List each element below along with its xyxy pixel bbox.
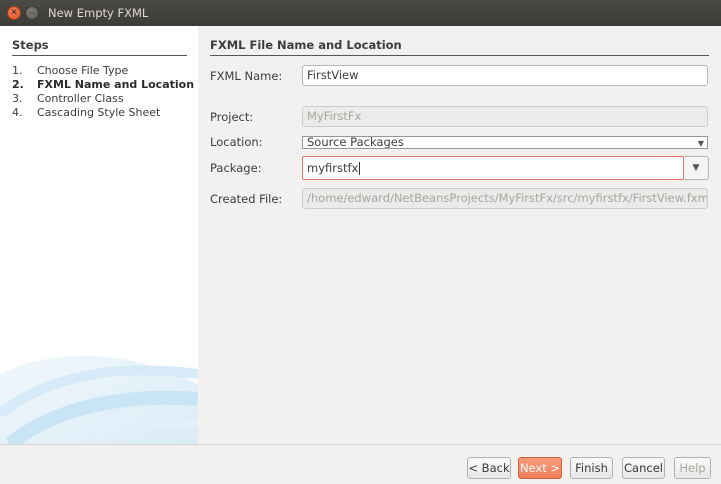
text-cursor [359, 162, 361, 175]
close-icon[interactable]: ✕ [7, 6, 21, 20]
step-number: 3. [12, 92, 23, 105]
location-value: Source Packages [307, 136, 404, 149]
created-file-label: Created File: [210, 192, 283, 206]
step-label: FXML Name and Location [37, 78, 195, 91]
help-button: Help [674, 457, 711, 479]
step-number: 1. [12, 64, 23, 77]
steps-panel: Steps 1. Choose File Type 2. FXML Name and … [0, 26, 198, 444]
step-number: 2. [12, 78, 24, 91]
window-title: New Empty FXML [48, 6, 149, 20]
chevron-down-icon: ▼ [692, 163, 700, 173]
content-panel: FXML File Name and Location FXML Name: F… [198, 26, 721, 444]
step-label: Cascading Style Sheet [37, 106, 161, 119]
fxml-name-input[interactable]: FirstView [302, 65, 708, 86]
button-bar: < Back Next > Finish Cancel Help [0, 444, 721, 484]
project-label: Project: [210, 110, 254, 124]
package-value: myfirstfx [307, 161, 359, 175]
step-item: 4. Cascading Style Sheet [12, 106, 194, 120]
step-item: 3. Controller Class [12, 92, 194, 106]
chevron-down-icon: ▼ [697, 139, 704, 148]
cancel-button[interactable]: Cancel [622, 457, 665, 479]
package-input[interactable]: myfirstfx [302, 156, 684, 180]
project-field: MyFirstFx [302, 106, 708, 127]
created-file-field: /home/edward/NetBeansProjects/MyFirstFx/… [302, 188, 708, 209]
decorative-swoosh-image [0, 355, 198, 444]
step-number: 4. [12, 106, 23, 119]
location-label: Location: [210, 135, 263, 149]
step-item: 2. FXML Name and Location [12, 78, 194, 92]
step-item: 1. Choose File Type [12, 64, 194, 78]
fxml-name-label: FXML Name: [210, 69, 283, 83]
minimize-icon[interactable]: – [25, 6, 39, 20]
section-title: FXML File Name and Location [210, 38, 709, 56]
title-bar: ✕ – New Empty FXML [0, 0, 721, 26]
steps-list: 1. Choose File Type 2. FXML Name and Locati… [12, 64, 194, 120]
step-label: Choose File Type [37, 64, 129, 77]
finish-button[interactable]: Finish [570, 457, 613, 479]
location-select[interactable]: Source Packages ▼ [302, 136, 708, 149]
package-dropdown-button[interactable]: ▼ [684, 156, 709, 180]
steps-heading: Steps [12, 38, 187, 56]
back-button[interactable]: < Back [467, 457, 511, 479]
next-button[interactable]: Next > [518, 457, 562, 479]
package-label: Package: [210, 161, 262, 175]
step-label: Controller Class [37, 92, 124, 105]
